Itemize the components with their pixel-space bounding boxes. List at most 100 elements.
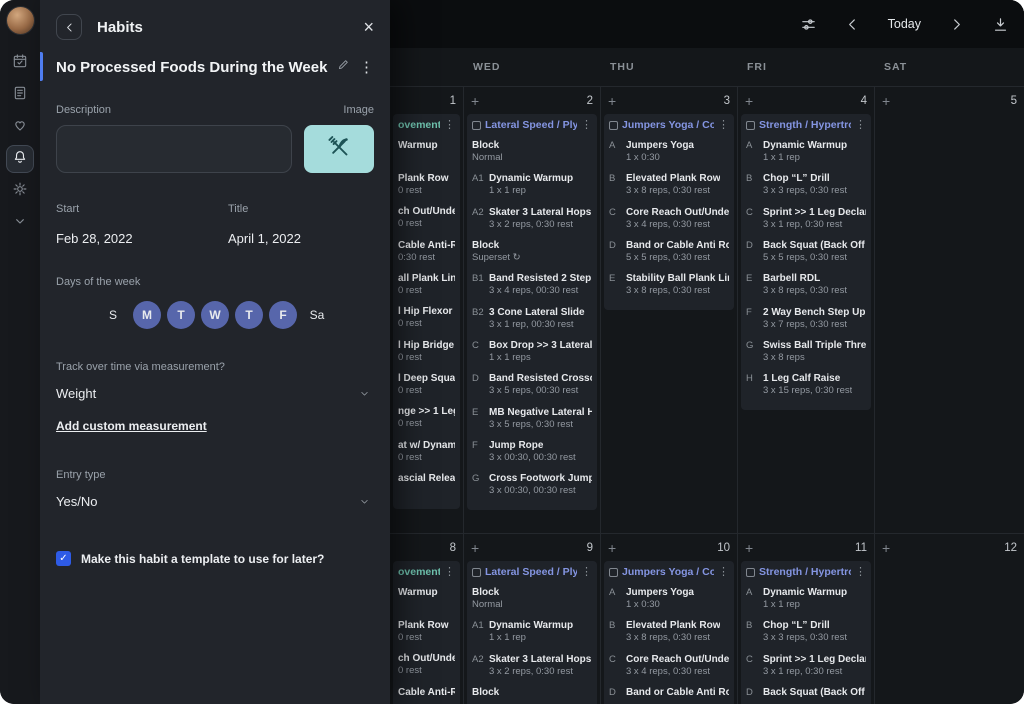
workout-card[interactable]: Lateral Speed / Plyo⋮BlockNormalA1Dynami… xyxy=(467,114,597,510)
workout-card[interactable]: Jumpers Yoga / Core⋮AJumpers Yoga1 x 0:3… xyxy=(604,114,734,310)
exercise-item[interactable]: Warmup xyxy=(398,139,455,164)
workout-menu-icon[interactable]: ⋮ xyxy=(444,567,455,578)
prev-chevron-icon[interactable] xyxy=(844,16,861,33)
end-date-field[interactable]: April 1, 2022 xyxy=(228,231,374,246)
exercise-item[interactable]: all Plank Linear ...0 rest xyxy=(398,272,455,297)
exercise-item[interactable]: BElevated Plank Row3 x 8 reps, 0:30 rest xyxy=(609,619,729,644)
description-input[interactable] xyxy=(56,125,292,173)
add-workout-button[interactable]: + xyxy=(471,94,479,108)
add-workout-button[interactable]: + xyxy=(608,541,616,555)
exercise-item[interactable]: l Hip Bridge w/ ...0 rest xyxy=(398,339,455,364)
workout-checkbox[interactable] xyxy=(609,568,618,577)
workout-menu-icon[interactable]: ⋮ xyxy=(718,120,729,131)
exercise-item[interactable]: at w/ Dynamic P...0 rest xyxy=(398,439,455,464)
add-workout-button[interactable]: + xyxy=(882,94,890,108)
exercise-item[interactable]: EBarbell RDL3 x 8 reps, 0:30 rest xyxy=(746,272,866,297)
back-button[interactable] xyxy=(56,14,82,40)
exercise-item[interactable]: CCore Reach Out/Under3 x 4 reps, 0:30 re… xyxy=(609,653,729,678)
today-button[interactable]: Today xyxy=(888,17,921,31)
exercise-item[interactable]: CCore Reach Out/Under3 x 4 reps, 0:30 re… xyxy=(609,206,729,231)
close-icon[interactable]: × xyxy=(363,18,374,36)
sidebar-item-gear[interactable] xyxy=(7,178,33,204)
add-workout-button[interactable]: + xyxy=(745,541,753,555)
day-t-2[interactable]: T xyxy=(167,301,195,329)
exercise-item[interactable]: DBack Squat (Back Off Set)5 x 5 reps, 0:… xyxy=(746,239,866,264)
exercise-item[interactable]: BChop “L” Drill3 x 3 reps, 0:30 rest xyxy=(746,172,866,197)
start-date-field[interactable]: Feb 28, 2022 xyxy=(56,231,228,246)
workout-checkbox[interactable] xyxy=(609,121,618,130)
exercise-item[interactable]: A2Skater 3 Lateral Hops >> ...3 x 2 reps… xyxy=(472,206,592,231)
exercise-item[interactable]: Plank Row0 rest xyxy=(398,172,455,197)
exercise-item[interactable]: DBand or Cable Anti Rotati...5 x 5 reps,… xyxy=(609,239,729,264)
exercise-item[interactable]: EStability Ball Plank Linear ...3 x 8 re… xyxy=(609,272,729,297)
habit-image-tile[interactable] xyxy=(304,125,374,173)
next-chevron-icon[interactable] xyxy=(948,16,965,33)
day-f-5[interactable]: F xyxy=(269,301,297,329)
exercise-item[interactable]: CSprint >> 1 Leg Declarations3 x 1 rep, … xyxy=(746,653,866,678)
exercise-item[interactable]: l Deep Squat Mo...0 rest xyxy=(398,372,455,397)
exercise-item[interactable]: A1Dynamic Warmup1 x 1 rep xyxy=(472,619,592,644)
workout-menu-icon[interactable]: ⋮ xyxy=(444,120,455,131)
exercise-item[interactable]: DBand or Cable Anti Rotati... xyxy=(609,686,729,704)
add-workout-button[interactable]: + xyxy=(471,541,479,555)
workout-checkbox[interactable] xyxy=(472,121,481,130)
exercise-item[interactable]: nge >> 1 Leg St...0 rest xyxy=(398,405,455,430)
exercise-item[interactable]: ADynamic Warmup1 x 1 rep xyxy=(746,139,866,164)
workout-card[interactable]: Jumpers Yoga / Core⋮AJumpers Yoga1 x 0:3… xyxy=(604,561,734,704)
edit-pencil-icon[interactable] xyxy=(337,58,350,76)
workout-checkbox[interactable] xyxy=(746,568,755,577)
exercise-item[interactable]: B1Band Resisted 2 Step Late...3 x 4 reps… xyxy=(472,272,592,297)
add-workout-button[interactable]: + xyxy=(745,94,753,108)
workout-menu-icon[interactable]: ⋮ xyxy=(581,567,592,578)
workout-card[interactable]: Strength / Hypertro...⋮ADynamic Warmup1 … xyxy=(741,114,871,410)
workout-card[interactable]: Lateral Speed / Plyo⋮BlockNormalA1Dynami… xyxy=(467,561,597,704)
exercise-item[interactable]: H1 Leg Calf Raise3 x 15 reps, 0:30 rest xyxy=(746,372,866,397)
workout-menu-icon[interactable]: ⋮ xyxy=(718,567,729,578)
exercise-item[interactable]: EMB Negative Lateral Hop...3 x 5 reps, 0… xyxy=(472,406,592,431)
add-custom-measurement-link[interactable]: Add custom measurement xyxy=(56,419,207,433)
exercise-item[interactable]: A1Dynamic Warmup1 x 1 rep xyxy=(472,172,592,197)
exercise-item[interactable]: ch Out/Under0 rest xyxy=(398,652,455,677)
sidebar-item-health[interactable] xyxy=(7,114,33,140)
measurement-select[interactable]: Weight xyxy=(56,386,374,401)
workout-checkbox[interactable] xyxy=(472,568,481,577)
exercise-item[interactable]: BChop “L” Drill3 x 3 reps, 0:30 rest xyxy=(746,619,866,644)
add-workout-button[interactable]: + xyxy=(882,541,890,555)
template-checkbox[interactable]: ✓ xyxy=(56,551,71,566)
exercise-item[interactable]: BElevated Plank Row3 x 8 reps, 0:30 rest xyxy=(609,172,729,197)
habit-menu-icon[interactable]: ⋮ xyxy=(359,58,374,76)
workout-card[interactable]: ovement Q...⋮WarmupPlank Row0 restch Out… xyxy=(393,114,460,509)
exercise-item[interactable]: ADynamic Warmup1 x 1 rep xyxy=(746,586,866,611)
filter-sliders-icon[interactable] xyxy=(800,16,817,33)
day-s-0[interactable]: S xyxy=(99,301,127,329)
workout-menu-icon[interactable]: ⋮ xyxy=(581,120,592,131)
exercise-item[interactable]: Warmup xyxy=(398,586,455,611)
exercise-item[interactable]: Cable Anti-Rotati... xyxy=(398,686,455,704)
sidebar-item-document[interactable] xyxy=(7,82,33,108)
exercise-item[interactable]: A2Skater 3 Lateral Hops >> ...3 x 2 reps… xyxy=(472,653,592,678)
exercise-item[interactable]: F2 Way Bench Step Up3 x 7 reps, 0:30 res… xyxy=(746,306,866,331)
add-workout-button[interactable]: + xyxy=(608,94,616,108)
day-m-1[interactable]: M xyxy=(133,301,161,329)
exercise-item[interactable]: AJumpers Yoga1 x 0:30 xyxy=(609,586,729,611)
exercise-item[interactable]: GSwiss Ball Triple Threat3 x 8 reps xyxy=(746,339,866,364)
exercise-item[interactable]: Plank Row0 rest xyxy=(398,619,455,644)
exercise-item[interactable]: DBand Resisted Crossover...3 x 5 reps, 0… xyxy=(472,372,592,397)
sidebar-item-chevron-down[interactable] xyxy=(7,210,33,236)
template-checkbox-row[interactable]: ✓ Make this habit a template to use for … xyxy=(56,551,374,566)
sidebar-item-calendar[interactable] xyxy=(7,50,33,76)
day-w-3[interactable]: W xyxy=(201,301,229,329)
workout-menu-icon[interactable]: ⋮ xyxy=(855,120,866,131)
sidebar-item-bell[interactable] xyxy=(7,146,33,172)
exercise-item[interactable]: CSprint >> 1 Leg Declarations3 x 1 rep, … xyxy=(746,206,866,231)
exercise-item[interactable]: Cable Anti-Rotati...0:30 rest xyxy=(398,239,455,264)
exercise-item[interactable]: B23 Cone Lateral Slide3 x 1 rep, 00:30 r… xyxy=(472,306,592,331)
exercise-item[interactable]: ascial Release C... xyxy=(398,472,455,497)
workout-menu-icon[interactable]: ⋮ xyxy=(855,567,866,578)
exercise-item[interactable]: FJump Rope3 x 00:30, 00:30 rest xyxy=(472,439,592,464)
entry-type-select[interactable]: Yes/No xyxy=(56,494,374,509)
exercise-item[interactable]: AJumpers Yoga1 x 0:30 xyxy=(609,139,729,164)
workout-card[interactable]: Strength / Hypertro...⋮ADynamic Warmup1 … xyxy=(741,561,871,704)
day-sa-6[interactable]: Sa xyxy=(303,301,331,329)
exercise-item[interactable]: DBack Squat (Back Off Set) xyxy=(746,686,866,704)
